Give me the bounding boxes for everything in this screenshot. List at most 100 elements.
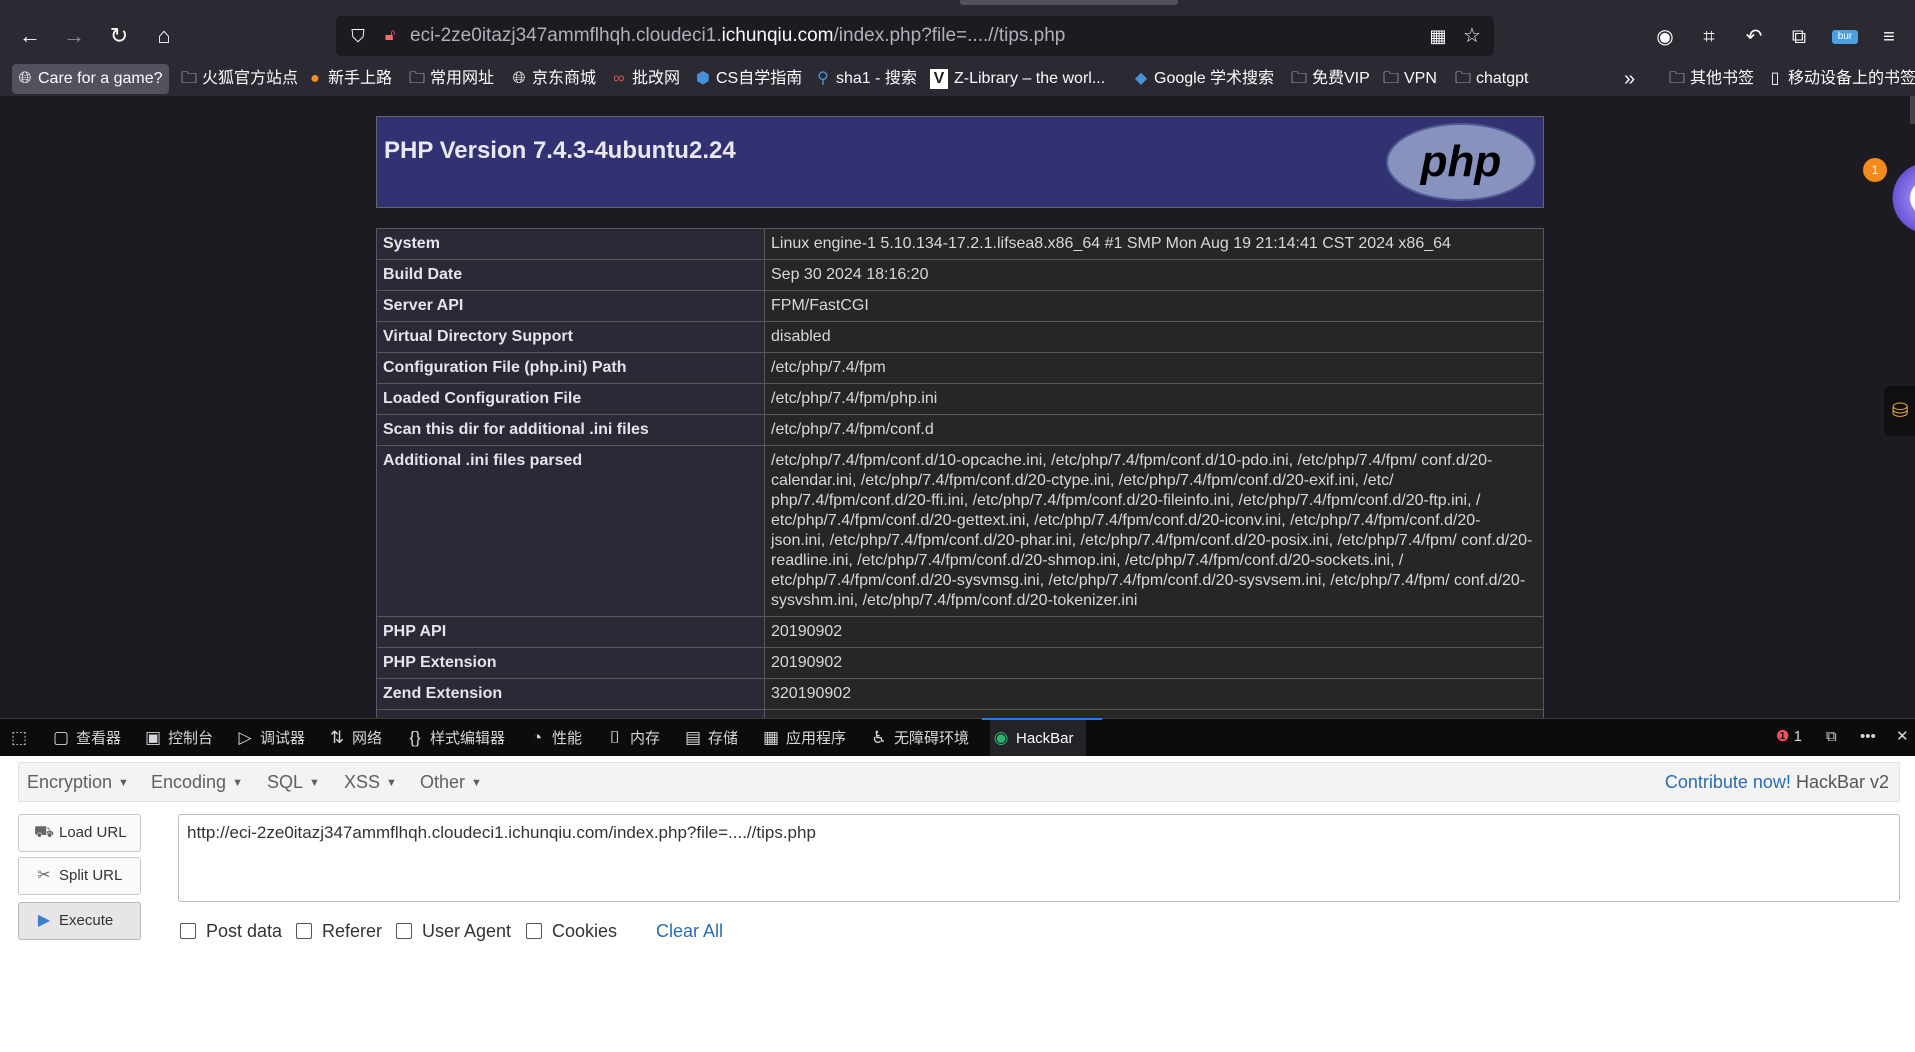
menu-encryption[interactable]: Encryption ▼ — [27, 763, 129, 801]
page-content: PHP Version 7.4.3-4ubuntu2.24 php System… — [0, 96, 1915, 718]
url-text[interactable]: eci-2ze0itazj347ammflhqh.cloudeci1.ichun… — [410, 16, 1065, 56]
notification-badge: 1 — [1863, 158, 1887, 182]
table-row: Zend Extension 320190902 — [376, 678, 1544, 710]
tab-style-editor[interactable]: {} 样式编辑器 — [404, 719, 505, 757]
tab-console[interactable]: ▣ 控制台 — [142, 719, 213, 757]
table-row: Scan this dir for additional .ini files /… — [376, 414, 1544, 446]
crop-icon[interactable]: ⌗ — [1694, 22, 1724, 52]
row-key: PHP API — [376, 616, 765, 648]
tab-debugger[interactable]: ▷ 调试器 — [234, 719, 305, 757]
account-icon[interactable]: ◉ — [1650, 22, 1680, 52]
user-agent-checkbox[interactable]: User Agent — [396, 918, 511, 944]
row-value: /etc/php/7.4/fpm/conf.d — [764, 414, 1544, 446]
load-url-button[interactable]: ⛟ Load URL — [18, 814, 141, 852]
bookmarks-overflow-icon[interactable]: » — [1624, 64, 1635, 94]
folder-icon: 🗀 — [1668, 70, 1685, 87]
tab-network[interactable]: ⇅ 网络 — [326, 719, 382, 757]
undo-icon[interactable]: ↶ — [1739, 22, 1769, 52]
execute-button[interactable]: ▶ Execute — [18, 902, 141, 940]
tab-memory[interactable]: ⌷ 内存 — [604, 719, 660, 757]
insecure-lock-icon[interactable]: 🔓︎ — [378, 24, 402, 48]
tab-inspector[interactable]: ▢ 查看器 — [50, 719, 121, 757]
row-value: disabled — [764, 321, 1544, 353]
url-textarea[interactable]: http://eci-2ze0itazj347ammflhqh.cloudeci… — [178, 814, 1900, 902]
bookmark-item[interactable]: 🗀 其他书签 — [1664, 64, 1754, 94]
referer-checkbox[interactable]: Referer — [296, 918, 382, 944]
cs-icon: ⬢ — [696, 70, 710, 87]
split-url-button[interactable]: ✂ Split URL — [18, 857, 141, 895]
bookmark-item[interactable]: ◆ Google 学术搜索 — [1128, 64, 1274, 94]
url-bar[interactable]: ⛉ 🔓︎ eci-2ze0itazj347ammflhqh.cloudeci1.… — [336, 16, 1494, 56]
element-picker-icon[interactable]: ⬚ — [8, 719, 34, 757]
folder-icon: 🗀 — [408, 70, 425, 87]
more-options-icon[interactable]: ••• — [1860, 718, 1876, 756]
folder-icon: 🗀 — [1454, 70, 1471, 87]
row-value: Linux engine-1 5.10.134-17.2.1.lifsea8.x… — [764, 228, 1544, 260]
scrollbar-thumb[interactable] — [1910, 96, 1915, 124]
hackbar-panel: Encryption ▼ Encoding ▼ SQL ▼ XSS ▼ Other ▼ C… — [0, 756, 1915, 1052]
menu-xss[interactable]: XSS ▼ — [344, 763, 397, 801]
checkbox-box[interactable] — [526, 923, 542, 939]
extensions-icon[interactable]: ⧉ — [1784, 22, 1814, 52]
contribute-link[interactable]: Contribute now! HackBar v2 — [1665, 763, 1889, 801]
bookmark-item[interactable]: ▯ 移动设备上的书签 — [1762, 64, 1915, 94]
reload-icon[interactable]: ↻ — [103, 20, 135, 52]
menu-sql[interactable]: SQL ▼ — [267, 763, 320, 801]
globe-icon: 🌐︎ — [512, 70, 526, 87]
menu-encoding[interactable]: Encoding ▼ — [151, 763, 243, 801]
table-row: Virtual Directory Support disabled — [376, 321, 1544, 353]
dock-side-icon[interactable]: ⧉ — [1826, 718, 1837, 756]
qr-code-icon[interactable]: ▦ — [1426, 24, 1450, 48]
folder-icon: 🗀 — [180, 70, 197, 87]
tab-storage[interactable]: ▤ 存储 — [682, 719, 738, 757]
table-row: System Linux engine-1 5.10.134-17.2.1.lif… — [376, 228, 1544, 260]
bookmark-item[interactable]: 🗀 chatgpt — [1450, 64, 1529, 94]
bookmark-item[interactable]: ● 新手上路 — [302, 64, 392, 94]
bookmark-item[interactable]: V Z-Library – the worl... — [928, 64, 1105, 94]
checkbox-box[interactable] — [296, 923, 312, 939]
row-value: 20190902 — [764, 647, 1544, 679]
row-key: System — [376, 228, 765, 260]
bookmark-star-icon[interactable]: ☆ — [1460, 24, 1484, 48]
bookmark-item[interactable]: 🌐︎ 京东商城 — [506, 64, 596, 94]
bookmark-item[interactable]: 🗀 VPN — [1378, 64, 1437, 94]
tab-performance[interactable]: ◔ 性能 — [526, 719, 582, 757]
clear-all-link[interactable]: Clear All — [656, 918, 723, 944]
tracking-shield-icon[interactable]: ⛉ — [346, 24, 370, 48]
bookmark-item[interactable]: ∞ 批改网 — [606, 64, 680, 94]
bookmark-item[interactable]: ⬢ CS自学指南 — [690, 64, 802, 94]
table-row: Additional .ini files parsed/etc/php/7.4… — [376, 445, 1544, 617]
row-value: FPM/FastCGI — [764, 290, 1544, 322]
accessibility-icon: ♿︎ — [871, 728, 887, 747]
checkbox-box[interactable] — [180, 923, 196, 939]
error-count[interactable]: ❶ 1 — [1776, 718, 1802, 756]
svg-text:php: php — [1420, 137, 1502, 186]
home-icon[interactable]: ⌂ — [148, 20, 180, 52]
tab-accessibility[interactable]: ♿︎ 无障碍环境 — [868, 719, 969, 757]
back-icon[interactable]: ← — [14, 20, 46, 52]
bookmark-item[interactable]: 🗀 常用网址 — [404, 64, 494, 94]
menu-icon[interactable]: ≡ — [1874, 22, 1904, 52]
bookmark-item[interactable]: ⚲ sha1 - 搜索 — [810, 64, 917, 94]
bookmark-item[interactable]: 🗀 免费VIP — [1286, 64, 1370, 94]
error-icon: ❶ — [1776, 728, 1790, 745]
side-tool-icon[interactable]: ⛁ — [1884, 386, 1915, 436]
floating-assistant-icon[interactable] — [1886, 158, 1915, 238]
close-devtools-icon[interactable]: ✕ — [1896, 718, 1909, 756]
post-data-checkbox[interactable]: Post data — [180, 918, 282, 944]
table-row: Configuration File (php.ini) Path/etc/ph… — [376, 352, 1544, 384]
phpinfo-table: System Linux engine-1 5.10.134-17.2.1.lif… — [376, 228, 1544, 718]
menu-other[interactable]: Other ▼ — [420, 763, 482, 801]
cookies-checkbox[interactable]: Cookies — [526, 918, 617, 944]
tab-hackbar[interactable]: ◉ HackBar — [990, 719, 1086, 757]
hackbar-menu: Encryption ▼ Encoding ▼ SQL ▼ XSS ▼ Other ▼ C… — [18, 762, 1900, 802]
row-value: 320190902 — [764, 678, 1544, 710]
tab-application[interactable]: ▦ 应用程序 — [760, 719, 846, 757]
bookmark-item[interactable]: 🌐︎ Care for a game? — [12, 64, 169, 94]
row-value: /etc/php/7.4/fpm/php.ini — [764, 383, 1544, 415]
application-icon: ▦ — [762, 728, 780, 747]
bookmark-item[interactable]: 🗀 火狐官方站点 — [176, 64, 298, 94]
forward-icon[interactable]: → — [58, 20, 90, 52]
play-icon: ▶ — [37, 912, 51, 929]
checkbox-box[interactable] — [396, 923, 412, 939]
